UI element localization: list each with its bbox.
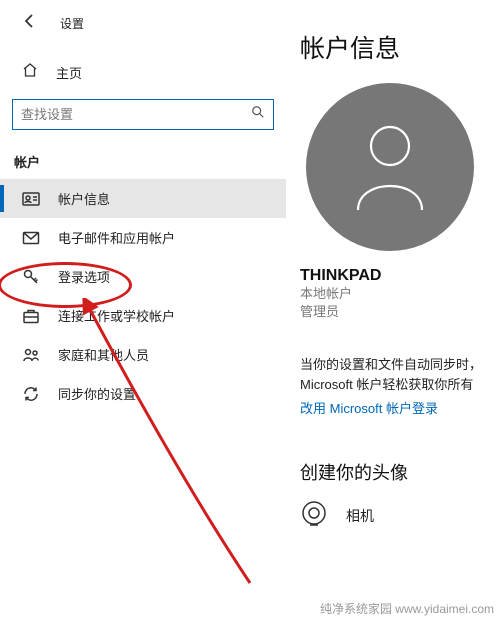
nav-item-work-school[interactable]: 连接工作或学校帐户 (0, 296, 286, 335)
create-avatar-heading: 创建你的头像 (300, 459, 500, 485)
sync-text-line2: Microsoft 帐户轻松获取你所有 (300, 377, 473, 392)
nav-item-email[interactable]: 电子邮件和应用帐户 (0, 218, 286, 257)
switch-ms-account-link[interactable]: 改用 Microsoft 帐户登录 (300, 398, 500, 417)
account-type: 本地帐户 (300, 285, 500, 303)
mail-icon (22, 229, 40, 247)
nav-item-family[interactable]: 家庭和其他人员 (0, 335, 286, 374)
nav-label: 登录选项 (58, 267, 110, 286)
nav-label: 同步你的设置 (58, 384, 136, 403)
search-box[interactable] (12, 99, 274, 130)
app-title: 设置 (60, 15, 84, 32)
nav-label: 连接工作或学校帐户 (58, 306, 175, 325)
username: THINKPAD (300, 267, 500, 285)
people-icon (22, 346, 40, 364)
search-icon (251, 105, 265, 124)
sync-icon (22, 385, 40, 403)
nav-label: 电子邮件和应用帐户 (58, 228, 175, 247)
camera-label: 相机 (346, 506, 374, 526)
back-icon[interactable] (22, 13, 38, 34)
account-role: 管理员 (300, 303, 500, 321)
watermark: 纯净系统家园 www.yidaimei.com (320, 600, 494, 617)
nav-list: 帐户信息 电子邮件和应用帐户 登录选项 连接工作或学校帐户 家庭和其他人员 (0, 179, 286, 413)
key-icon (22, 268, 40, 286)
camera-icon (300, 499, 328, 532)
sync-text-line1: 当你的设置和文件自动同步时， (300, 357, 482, 372)
camera-row[interactable]: 相机 (300, 499, 500, 532)
nav-label: 家庭和其他人员 (58, 345, 149, 364)
home-row[interactable]: 主页 (0, 54, 286, 91)
nav-item-sync[interactable]: 同步你的设置 (0, 374, 286, 413)
id-card-icon (22, 190, 40, 208)
briefcase-icon (22, 307, 40, 325)
home-label: 主页 (56, 63, 82, 82)
home-icon (22, 62, 38, 83)
section-header: 帐户 (0, 130, 286, 179)
sync-description: 当你的设置和文件自动同步时， Microsoft 帐户轻松获取你所有 (300, 355, 500, 394)
search-input[interactable] (21, 107, 251, 122)
nav-label: 帐户信息 (58, 189, 110, 208)
page-title: 帐户信息 (300, 29, 500, 65)
avatar (306, 83, 474, 251)
nav-item-account-info[interactable]: 帐户信息 (0, 179, 286, 218)
nav-item-signin-options[interactable]: 登录选项 (0, 257, 286, 296)
